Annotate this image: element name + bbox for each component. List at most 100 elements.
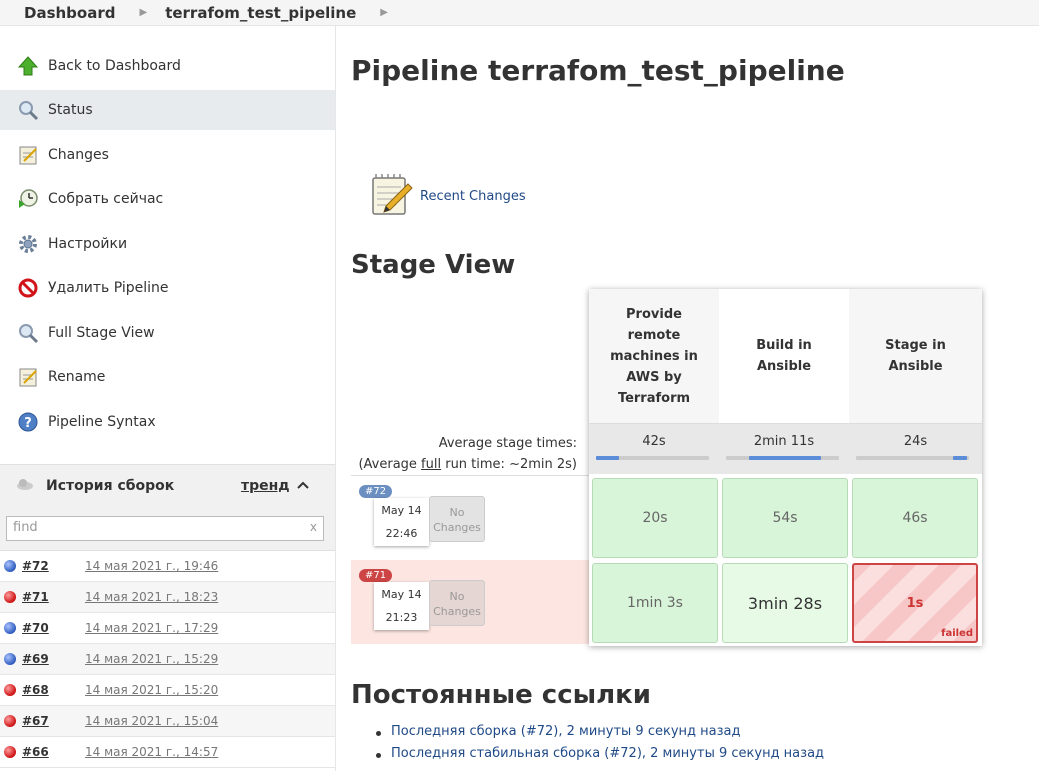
avg-run-suffix: run time: ~2min 2s) [441, 457, 577, 472]
run-date-card: May 14 21:23 [374, 582, 429, 630]
build-row: #71 14 мая 2021 г., 18:23 [0, 582, 335, 613]
stage-avg-cell: 42s [589, 423, 719, 474]
notepad-icon[interactable] [368, 172, 414, 218]
stage-cell[interactable]: 46s [852, 478, 978, 558]
sidebar-item-configure[interactable]: Настройки [0, 224, 335, 264]
sidebar-item-label: Rename [48, 369, 106, 385]
build-date-link[interactable]: 14 мая 2021 г., 15:29 [85, 652, 218, 666]
stage-header: Stage in Ansible [849, 289, 982, 423]
stage-cell[interactable]: 20s [592, 478, 718, 558]
build-number-link[interactable]: #70 [22, 621, 49, 635]
permalink-last-stable-build[interactable]: Последняя стабильная сборка (#72), 2 мин… [376, 746, 824, 768]
build-number-link[interactable]: #69 [22, 652, 49, 666]
build-date-link[interactable]: 14 мая 2021 г., 15:04 [85, 714, 218, 728]
notepad-icon [16, 365, 40, 389]
breadcrumb-dashboard[interactable]: Dashboard [24, 4, 115, 22]
recent-changes-link[interactable]: Recent Changes [420, 189, 526, 204]
build-filter-input[interactable]: find x [6, 516, 324, 541]
build-number-link[interactable]: #71 [22, 590, 49, 604]
clock-icon [16, 187, 40, 211]
no-changes-box: No Changes [429, 496, 485, 542]
sidebar-item-label: Pipeline Syntax [48, 414, 156, 430]
sidebar: Back to Dashboard Status Changes Собрать… [0, 26, 336, 771]
build-number-link[interactable]: #68 [22, 683, 49, 697]
magnifier-icon [16, 321, 40, 345]
sidebar-item-pipeline-syntax[interactable]: ? Pipeline Syntax [0, 402, 335, 442]
build-date-link[interactable]: 14 мая 2021 г., 18:23 [85, 590, 218, 604]
build-date-link[interactable]: 14 мая 2021 г., 17:29 [85, 621, 218, 635]
help-icon: ? [16, 410, 40, 434]
up-arrow-icon [16, 54, 40, 78]
stage-avg-bar [726, 456, 839, 460]
build-row: #69 14 мая 2021 г., 15:29 [0, 644, 335, 675]
build-filter-placeholder: find [13, 520, 38, 535]
stage-avg-time: 42s [642, 434, 666, 449]
stage-avg-bar-fill [596, 456, 619, 460]
stage-cell[interactable]: 1min 3s [592, 563, 718, 643]
stage-run-row: #72 May 14 22:46 No Changes [351, 475, 589, 559]
failed-label: failed [941, 628, 973, 639]
sidebar-item-delete-pipeline[interactable]: Удалить Pipeline [0, 268, 335, 308]
stage-header: Build in Ansible [719, 289, 849, 423]
build-date-link[interactable]: 14 мая 2021 г., 19:46 [85, 559, 218, 573]
build-date-link[interactable]: 14 мая 2021 г., 14:57 [85, 745, 218, 759]
breadcrumb-job[interactable]: terrafom_test_pipeline [165, 4, 356, 22]
stage-avg-cell: 24s [849, 423, 982, 474]
stage-cell-duration: 1s [906, 595, 924, 611]
status-blue-ball-icon [4, 653, 16, 665]
build-number-link[interactable]: #66 [22, 745, 49, 759]
sidebar-item-label: Status [48, 102, 93, 118]
stage-avg-bar [596, 456, 709, 460]
sidebar-item-build-now[interactable]: Собрать сейчас [0, 179, 335, 219]
build-row: #72 14 мая 2021 г., 19:46 [0, 551, 335, 582]
sidebar-item-label: Back to Dashboard [48, 58, 181, 74]
build-row: #67 14 мая 2021 г., 15:04 [0, 706, 335, 737]
build-row: #70 14 мая 2021 г., 17:29 [0, 613, 335, 644]
sidebar-item-label: Удалить Pipeline [48, 280, 169, 296]
chevron-up-icon[interactable] [296, 478, 310, 494]
sidebar-item-label: Настройки [48, 236, 128, 252]
weather-cloud-icon [16, 477, 36, 495]
stage-avg-time: 24s [903, 434, 928, 449]
permalinks-list: Последняя сборка (#72), 2 минуты 9 секун… [376, 724, 824, 768]
build-number-link[interactable]: #67 [22, 714, 49, 728]
breadcrumb: Dashboard ▶ terrafom_test_pipeline ▶ [0, 0, 1039, 26]
permalinks-title: Постоянные ссылки [351, 680, 652, 710]
chevron-right-icon[interactable]: ▶ [139, 7, 147, 18]
stage-header: Provide remote machines in AWS by Terraf… [589, 289, 719, 423]
status-blue-ball-icon [4, 622, 16, 634]
sidebar-item-back-to-dashboard[interactable]: Back to Dashboard [0, 46, 335, 86]
build-date-link[interactable]: 14 мая 2021 г., 15:20 [85, 683, 218, 697]
stage-avg-time: 2min 11s [753, 434, 815, 449]
sidebar-item-label: Changes [48, 147, 109, 163]
sidebar-item-status[interactable]: Status [0, 90, 335, 130]
stage-cell[interactable]: 54s [722, 478, 848, 558]
sidebar-item-rename[interactable]: Rename [0, 357, 335, 397]
clear-filter-icon[interactable]: x [310, 520, 317, 534]
run-date: May 14 [381, 588, 422, 601]
stage-avg-cell: 2min 11s [719, 423, 849, 474]
build-row: #68 14 мая 2021 г., 15:20 [0, 675, 335, 706]
run-badge[interactable]: #72 [359, 485, 393, 498]
build-history-header: История сборок тренд [0, 464, 335, 507]
status-blue-ball-icon [4, 560, 16, 572]
stage-cell-failed[interactable]: 1s failed [852, 563, 978, 643]
status-red-ball-icon [4, 746, 16, 758]
permalink-last-build[interactable]: Последняя сборка (#72), 2 минуты 9 секун… [376, 724, 824, 746]
sidebar-item-full-stage-view[interactable]: Full Stage View [0, 313, 335, 353]
run-badge[interactable]: #71 [359, 569, 393, 582]
build-number-link[interactable]: #72 [22, 559, 49, 573]
trend-link[interactable]: тренд [241, 478, 290, 494]
sidebar-item-label: Full Stage View [48, 325, 155, 341]
avg-run-prefix: (Average [358, 457, 422, 472]
stage-cell[interactable]: 3min 28s [722, 563, 848, 643]
gear-icon [16, 232, 40, 256]
magnifier-icon [16, 98, 40, 122]
sidebar-item-changes[interactable]: Changes [0, 135, 335, 175]
chevron-right-icon[interactable]: ▶ [380, 7, 388, 18]
average-times-label: Average stage times: (Average full run t… [351, 433, 577, 475]
stage-avg-bar [856, 456, 969, 460]
svg-text:?: ? [24, 416, 32, 431]
build-history-title: История сборок [46, 478, 175, 494]
full-run-link[interactable]: full [421, 457, 441, 472]
